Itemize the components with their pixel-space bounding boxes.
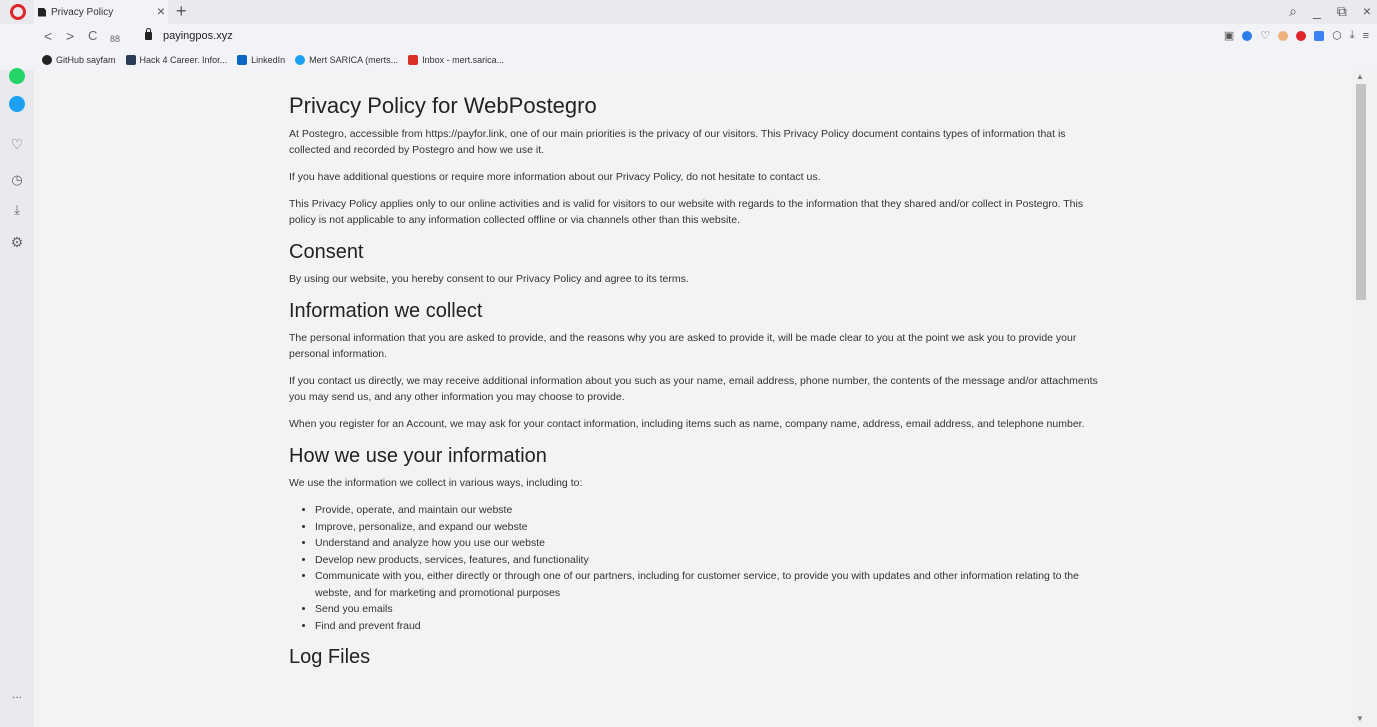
adblock-icon[interactable] <box>1296 30 1307 41</box>
heart-icon[interactable]: ♡ <box>9 136 25 152</box>
bookmarks-bar: GitHub sayfam Hack 4 Career. Infor... Li… <box>0 50 1377 70</box>
settings-gear-icon[interactable]: ⚙ <box>9 234 25 250</box>
menu-icon[interactable]: ≡ <box>1363 30 1369 42</box>
collect-paragraph-1: The personal information that you are as… <box>289 332 1077 360</box>
bookmark-twitter[interactable]: Mert SARICA (merts... <box>295 55 398 65</box>
new-tab-button[interactable]: + <box>176 1 187 21</box>
lock-icon[interactable] <box>145 28 152 40</box>
twitter-sidebar-icon[interactable] <box>9 96 25 112</box>
tab-title: Privacy Policy <box>51 6 114 18</box>
list-item: Send you emails <box>315 601 1109 618</box>
minimize-button[interactable]: _ <box>1313 3 1321 20</box>
scroll-up-icon[interactable]: ▲ <box>1356 72 1364 81</box>
log-files-heading: Log Files <box>289 646 371 668</box>
list-item: Provide, operate, and maintain our webst… <box>315 502 1109 519</box>
whatsapp-icon[interactable] <box>9 68 25 84</box>
use-heading: How we use your information <box>289 445 547 467</box>
page-viewport: Privacy Policy for WebPostegro At Posteg… <box>34 70 1352 727</box>
forward-button[interactable]: > <box>66 28 74 44</box>
address-bar: < > C 88 payingpos.xyz ▣ ♡ ⬡ ⤓ ≡ <box>0 24 1377 50</box>
list-item: Communicate with you, either directly or… <box>315 568 1109 601</box>
linkedin-icon <box>237 55 248 65</box>
cube-icon[interactable]: ⬡ <box>1332 29 1342 42</box>
page-scrollbar[interactable]: ▲ ▼ <box>1352 70 1377 727</box>
heart-icon[interactable]: ♡ <box>1260 29 1270 42</box>
back-button[interactable]: < <box>44 28 52 44</box>
list-item: Develop new products, services, features… <box>315 552 1109 569</box>
shield-icon[interactable] <box>1242 30 1253 41</box>
github-icon <box>42 55 52 65</box>
bookmark-hack4career[interactable]: Hack 4 Career. Infor... <box>125 55 227 65</box>
search-tabs-icon[interactable]: ⌕ <box>1289 3 1297 20</box>
url-field[interactable]: payingpos.xyz <box>163 30 233 42</box>
restore-button[interactable]: ⧉ <box>1337 3 1347 20</box>
list-item: Understand and analyze how you use our w… <box>315 535 1109 552</box>
intro-paragraph-3: This Privacy Policy applies only to our … <box>289 198 1084 226</box>
collect-paragraph-3: When you register for an Account, we may… <box>289 418 1085 430</box>
tab-bar: Privacy Policy × + ⌕ _ ⧉ × <box>0 0 1377 24</box>
twitter-icon <box>295 55 306 65</box>
sidebar: ♡ ◷ ⤓ ⚙ ... <box>0 68 34 727</box>
list-item: Improve, personalize, and expand our web… <box>315 519 1109 536</box>
scroll-thumb[interactable] <box>1356 84 1366 300</box>
extension-icon[interactable] <box>1278 30 1289 41</box>
list-item: Find and prevent fraud <box>315 618 1109 635</box>
tab-close-icon[interactable]: × <box>157 4 165 18</box>
scroll-down-icon[interactable]: ▼ <box>1356 714 1364 723</box>
download-icon[interactable]: ⤓ <box>1350 29 1355 42</box>
close-window-button[interactable]: × <box>1363 3 1371 20</box>
consent-paragraph: By using our website, you hereby consent… <box>289 273 689 285</box>
bookmark-linkedin[interactable]: LinkedIn <box>237 55 285 65</box>
window-controls: ⌕ _ ⧉ × <box>1289 3 1371 20</box>
translate-icon[interactable] <box>1314 30 1325 41</box>
gmail-icon <box>408 55 419 65</box>
snapshot-icon[interactable]: ▣ <box>1224 29 1234 42</box>
consent-heading: Consent <box>289 241 364 263</box>
history-icon[interactable]: ◷ <box>9 172 25 188</box>
privacy-policy-content: Privacy Policy for WebPostegro At Posteg… <box>289 92 1109 676</box>
more-icon[interactable]: ... <box>9 686 25 702</box>
tab-privacy-policy[interactable]: Privacy Policy × <box>34 0 168 24</box>
extension-icons: ▣ ♡ ⬡ ⤓ ≡ <box>1224 29 1369 42</box>
use-paragraph: We use the information we collect in var… <box>289 477 583 489</box>
opera-logo-icon[interactable] <box>10 4 26 20</box>
collect-paragraph-2: If you contact us directly, we may recei… <box>289 375 1098 403</box>
intro-paragraph-1: At Postegro, accessible from https://pay… <box>289 128 1066 156</box>
page-title: Privacy Policy for WebPostegro <box>289 93 597 118</box>
use-list: Provide, operate, and maintain our webst… <box>315 502 1109 634</box>
document-icon <box>38 7 46 17</box>
speed-dial-icon[interactable]: 88 <box>110 31 120 47</box>
hack4career-icon <box>125 55 136 65</box>
intro-paragraph-2: If you have additional questions or requ… <box>289 171 821 183</box>
collect-heading: Information we collect <box>289 300 483 322</box>
downloads-icon[interactable]: ⤓ <box>9 202 25 218</box>
reload-button[interactable]: C <box>88 28 97 44</box>
bookmark-gmail[interactable]: Inbox - mert.sarica... <box>408 55 504 65</box>
bookmark-github[interactable]: GitHub sayfam <box>42 55 116 65</box>
